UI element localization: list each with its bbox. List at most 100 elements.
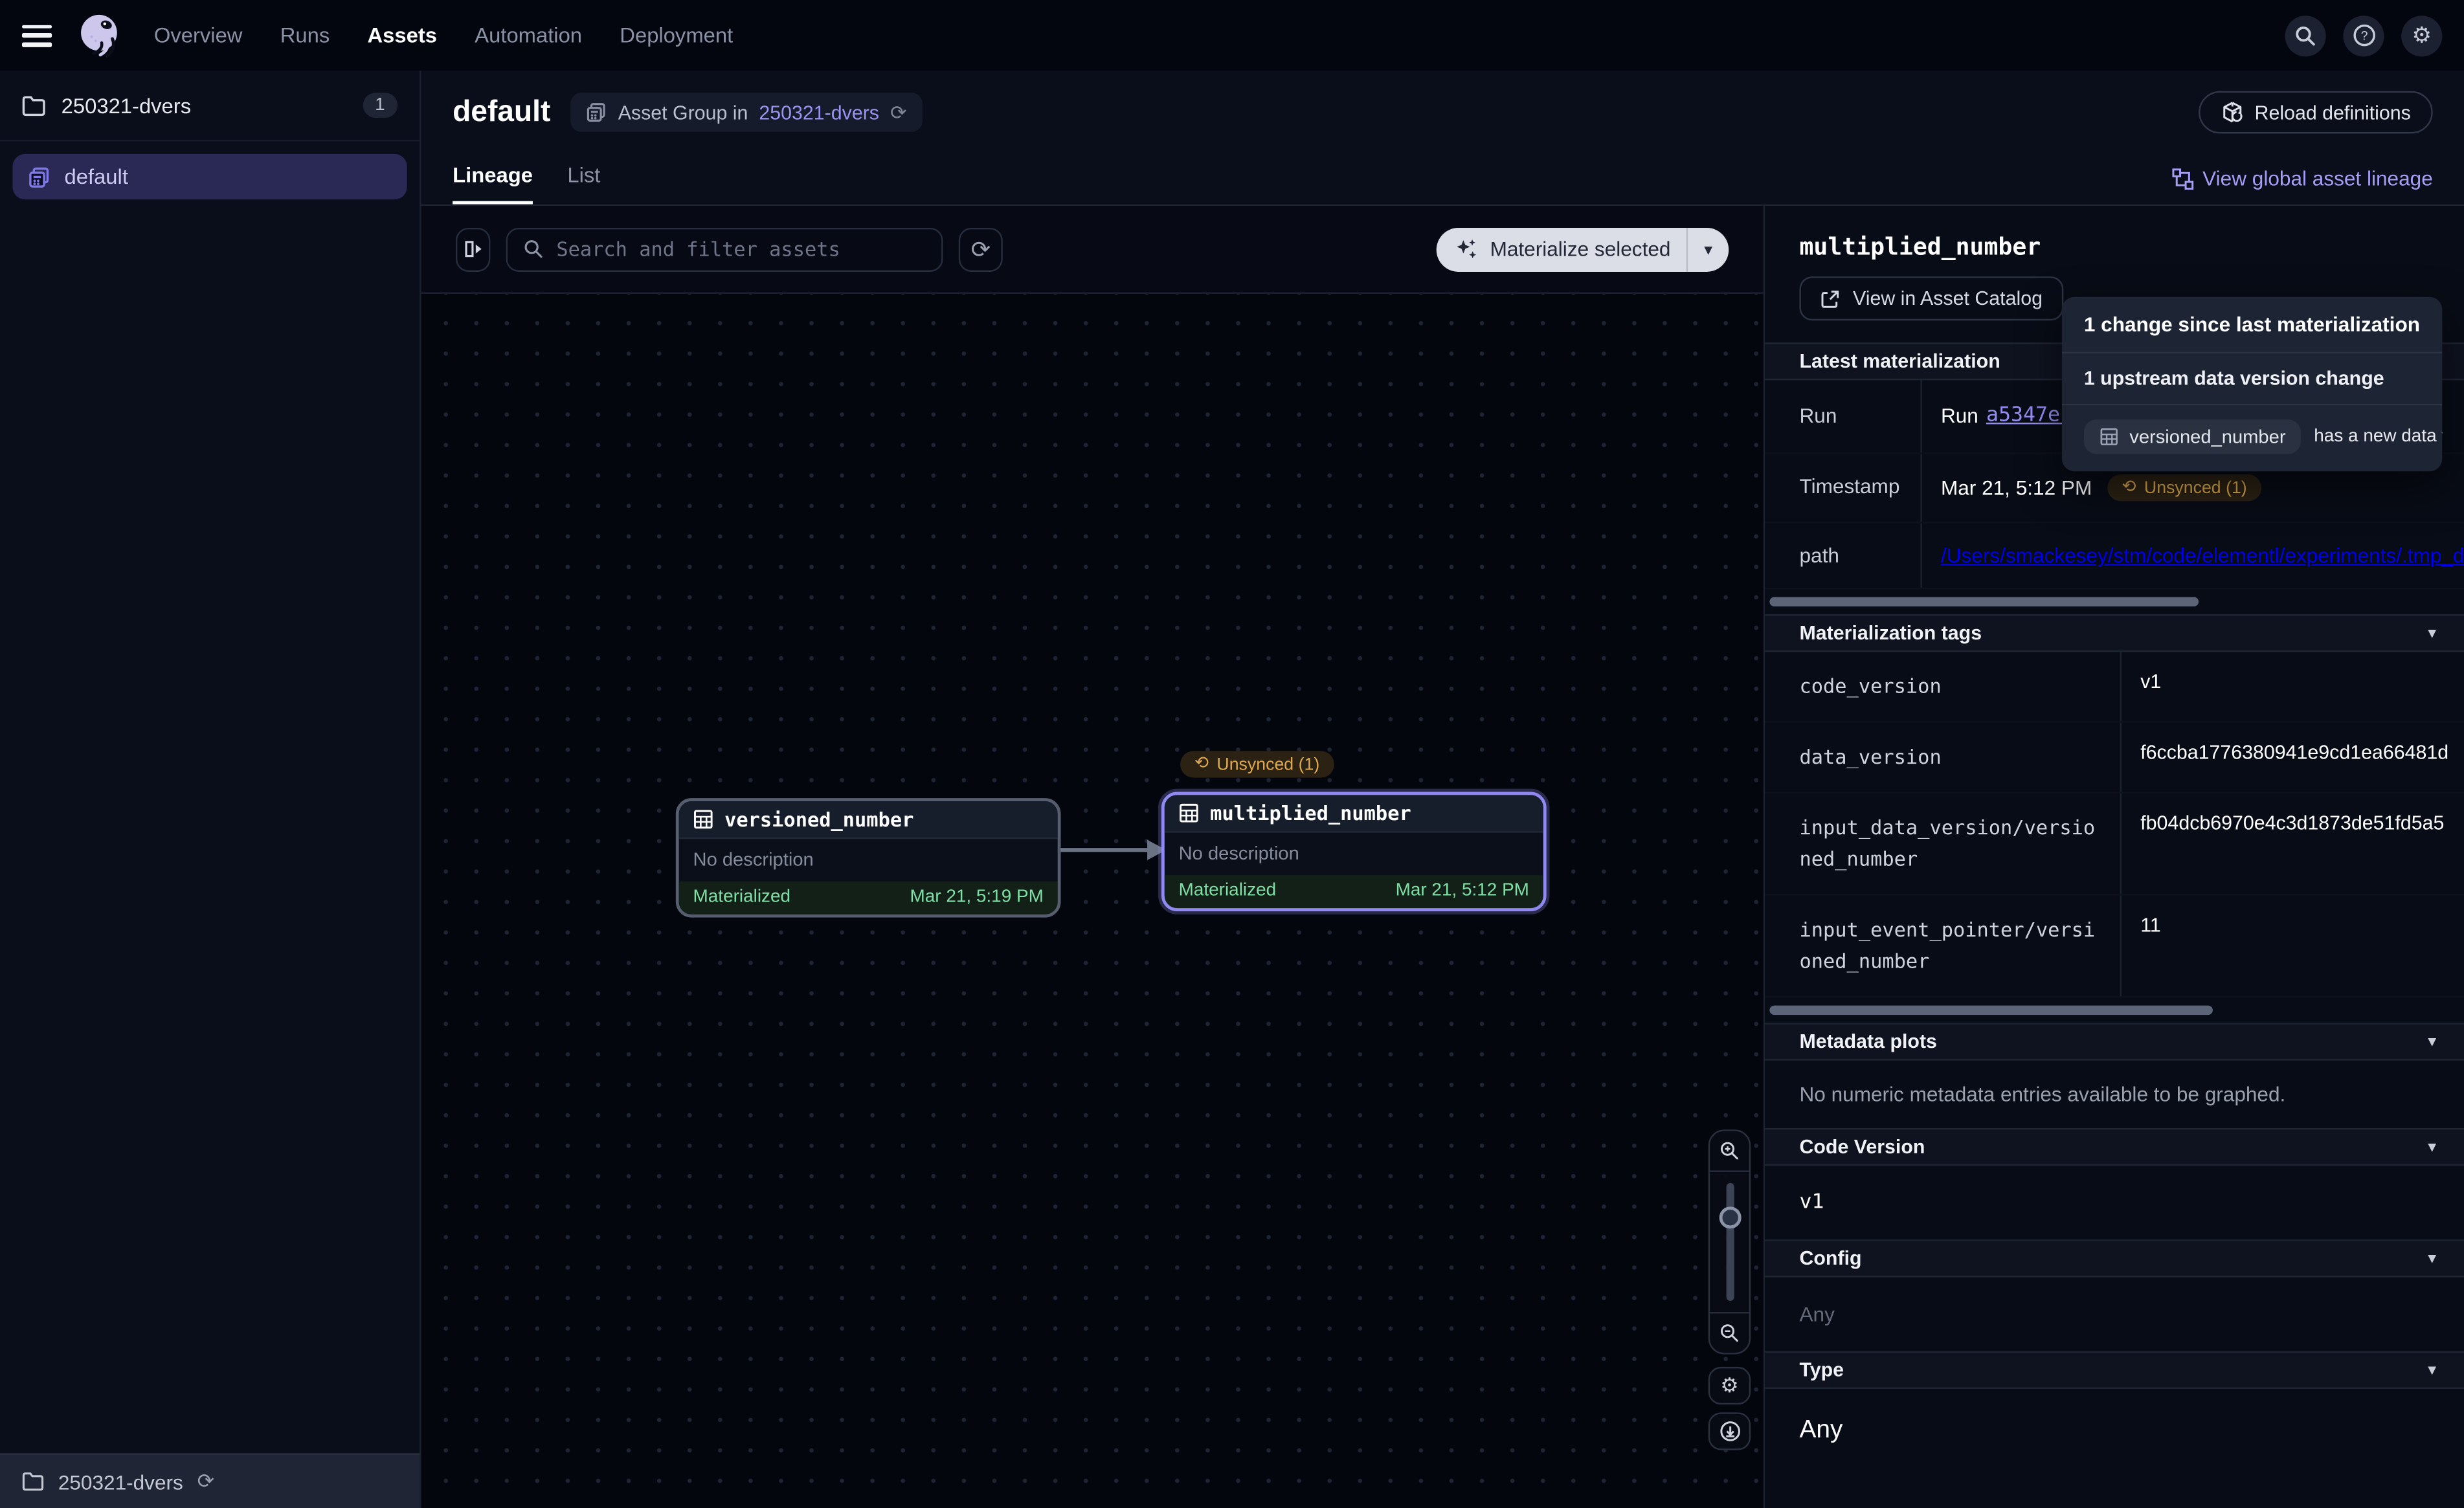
- top-nav: Overview Runs Assets Automation Deployme…: [0, 0, 2464, 71]
- code-version-value: v1: [1765, 1166, 2464, 1239]
- sidebar-item-label: default: [65, 165, 128, 188]
- section-heading: Latest materialization: [1799, 350, 2000, 372]
- section-config[interactable]: Config ▼: [1765, 1239, 2464, 1277]
- hamburger-menu-icon[interactable]: [22, 25, 52, 47]
- materialize-selected-button[interactable]: Materialize selected ▼: [1437, 227, 1729, 271]
- refresh-graph-button[interactable]: ⟳: [959, 227, 1003, 271]
- search-input[interactable]: [556, 238, 926, 261]
- tooltip-message: has a new data version: [2314, 427, 2442, 446]
- help-button[interactable]: ?: [2343, 15, 2384, 56]
- row-path: path /Users/smackesey/stm/code/elementl/…: [1765, 523, 2464, 589]
- tag-row: input_data_version/versioned_number fb04…: [1765, 793, 2464, 896]
- tag-row: input_event_pointer/versioned_number 11: [1765, 896, 2464, 998]
- tag-key: input_event_pointer/versioned_number: [1765, 896, 2122, 996]
- zoom-out-icon: [1719, 1323, 1740, 1344]
- tag-key: input_data_version/versioned_number: [1765, 793, 2122, 894]
- asset-node-versioned-number[interactable]: versioned_number No description Material…: [676, 798, 1061, 917]
- chevron-down-icon[interactable]: ▼: [2425, 1034, 2439, 1049]
- view-in-asset-catalog-button[interactable]: View in Asset Catalog: [1799, 276, 2063, 320]
- horizontal-scrollbar[interactable]: [1769, 597, 2199, 606]
- timestamp-value: Mar 21, 5:12 PM: [1941, 476, 2092, 500]
- tag-value: v1: [2122, 652, 2464, 721]
- section-metadata-plots[interactable]: Metadata plots ▼: [1765, 1023, 2464, 1060]
- settings-button[interactable]: ⚙: [2401, 15, 2442, 56]
- asset-count-badge: 1: [363, 93, 398, 118]
- chevron-down-icon[interactable]: ▼: [2425, 1139, 2439, 1155]
- sync-status-icon: ⟲: [2122, 479, 2136, 496]
- graph-settings-button[interactable]: ⚙: [1708, 1367, 1751, 1404]
- zoom-controls: [1708, 1129, 1751, 1354]
- chip-repo-link[interactable]: 250321-dvers: [759, 102, 879, 124]
- tag-key: code_version: [1765, 652, 2122, 721]
- svg-text:?: ?: [2360, 28, 2368, 43]
- lineage-canvas[interactable]: ⟲ Unsynced (1) versioned_number No descr…: [421, 294, 1764, 1508]
- config-value: Any: [1765, 1278, 2464, 1351]
- horizontal-scrollbar[interactable]: [1769, 1006, 2213, 1015]
- collapse-panel-button[interactable]: [456, 227, 490, 271]
- reload-icon[interactable]: ⟳: [890, 100, 906, 124]
- dagster-logo[interactable]: [73, 8, 126, 62]
- view-global-asset-lineage-link[interactable]: View global asset lineage: [2171, 166, 2433, 204]
- reload-definitions-button[interactable]: Reload definitions: [2198, 91, 2433, 134]
- download-icon: [1718, 1420, 1740, 1442]
- reload-definitions-label: Reload definitions: [2255, 102, 2411, 124]
- lineage-graph-icon: [2171, 168, 2193, 190]
- asset-search-box: [506, 227, 943, 271]
- search-button[interactable]: [2285, 15, 2326, 56]
- upstream-asset-chip[interactable]: versioned_number: [2084, 419, 2302, 454]
- external-link-icon: [1820, 288, 1841, 309]
- tooltip-title: 1 change since last materialization: [2062, 297, 2442, 353]
- zoom-out-button[interactable]: [1710, 1312, 1749, 1353]
- app-window: Overview Runs Assets Automation Deployme…: [0, 0, 2464, 1508]
- asset-node-multiplied-number[interactable]: multiplied_number No description Materia…: [1161, 792, 1547, 911]
- section-type[interactable]: Type ▼: [1765, 1351, 2464, 1389]
- nav-item-runs[interactable]: Runs: [280, 23, 330, 47]
- tab-list[interactable]: List: [567, 163, 600, 204]
- panel-expand-icon: [463, 239, 484, 260]
- tooltip-subtitle: 1 upstream data version change: [2062, 353, 2442, 405]
- nav-item-deployment[interactable]: Deployment: [620, 23, 733, 47]
- section-heading: Metadata plots: [1799, 1030, 1936, 1052]
- tag-value: f6ccba1776380941e9cd1ea66481d: [2122, 723, 2464, 792]
- zoom-slider-track[interactable]: [1725, 1183, 1733, 1301]
- download-image-button[interactable]: [1708, 1412, 1751, 1450]
- section-heading: Code Version: [1799, 1136, 1925, 1158]
- tag-row: data_version f6ccba1776380941e9cd1ea6648…: [1765, 723, 2464, 793]
- panel-asset-title: multiplied_number: [1765, 206, 2464, 261]
- section-materialization-tags[interactable]: Materialization tags ▼: [1765, 614, 2464, 652]
- nav-item-automation[interactable]: Automation: [475, 23, 582, 47]
- cube-reload-icon: [2220, 100, 2243, 124]
- zoom-in-button[interactable]: [1710, 1131, 1749, 1172]
- dagster-octopus-icon: [73, 8, 126, 62]
- zoom-slider[interactable]: [1710, 1172, 1749, 1312]
- sidebar-item-default[interactable]: default: [12, 154, 407, 199]
- node-status: Materialized: [1179, 882, 1277, 900]
- row-key: Run: [1765, 380, 1922, 452]
- sidebar-footer-label: 250321-dvers: [58, 1470, 183, 1493]
- upstream-asset-name: versioned_number: [2129, 426, 2285, 448]
- chevron-down-icon[interactable]: ▼: [2425, 1250, 2439, 1266]
- section-heading: Materialization tags: [1799, 622, 1982, 644]
- nav-item-assets[interactable]: Assets: [368, 23, 437, 47]
- zoom-slider-thumb[interactable]: [1718, 1206, 1740, 1228]
- sidebar-footer-repo[interactable]: 250321-dvers ⟳: [0, 1453, 420, 1508]
- asset-groups-sidebar: 250321-dvers 1 default 250321-dvers ⟳: [0, 71, 421, 1508]
- path-link[interactable]: /Users/smackesey/stm/code/elementl/exper…: [1941, 544, 2464, 567]
- view-in-asset-catalog-label: View in Asset Catalog: [1853, 287, 2043, 309]
- sidebar-group-row[interactable]: 250321-dvers 1: [0, 71, 420, 141]
- unsynced-badge[interactable]: ⟲ Unsynced (1): [2108, 474, 2261, 501]
- tag-value: 11: [2122, 896, 2464, 996]
- tabs-bar: Lineage List View global asset lineage: [421, 154, 2464, 206]
- materialize-dropdown-caret[interactable]: ▼: [1686, 227, 1729, 271]
- chevron-down-icon[interactable]: ▼: [2425, 625, 2439, 641]
- asset-group-icon: [587, 102, 607, 123]
- section-code-version[interactable]: Code Version ▼: [1765, 1128, 2464, 1166]
- reload-repo-icon[interactable]: ⟳: [197, 1469, 214, 1494]
- node-unsynced-badge[interactable]: ⟲ Unsynced (1): [1180, 751, 1334, 777]
- zoom-in-icon: [1719, 1140, 1740, 1161]
- materialize-selected-main[interactable]: Materialize selected: [1437, 238, 1686, 261]
- tab-lineage[interactable]: Lineage: [453, 163, 533, 204]
- chevron-down-icon[interactable]: ▼: [2425, 1362, 2439, 1378]
- lineage-edge-arrow: [1050, 828, 1169, 872]
- nav-item-overview[interactable]: Overview: [154, 23, 243, 47]
